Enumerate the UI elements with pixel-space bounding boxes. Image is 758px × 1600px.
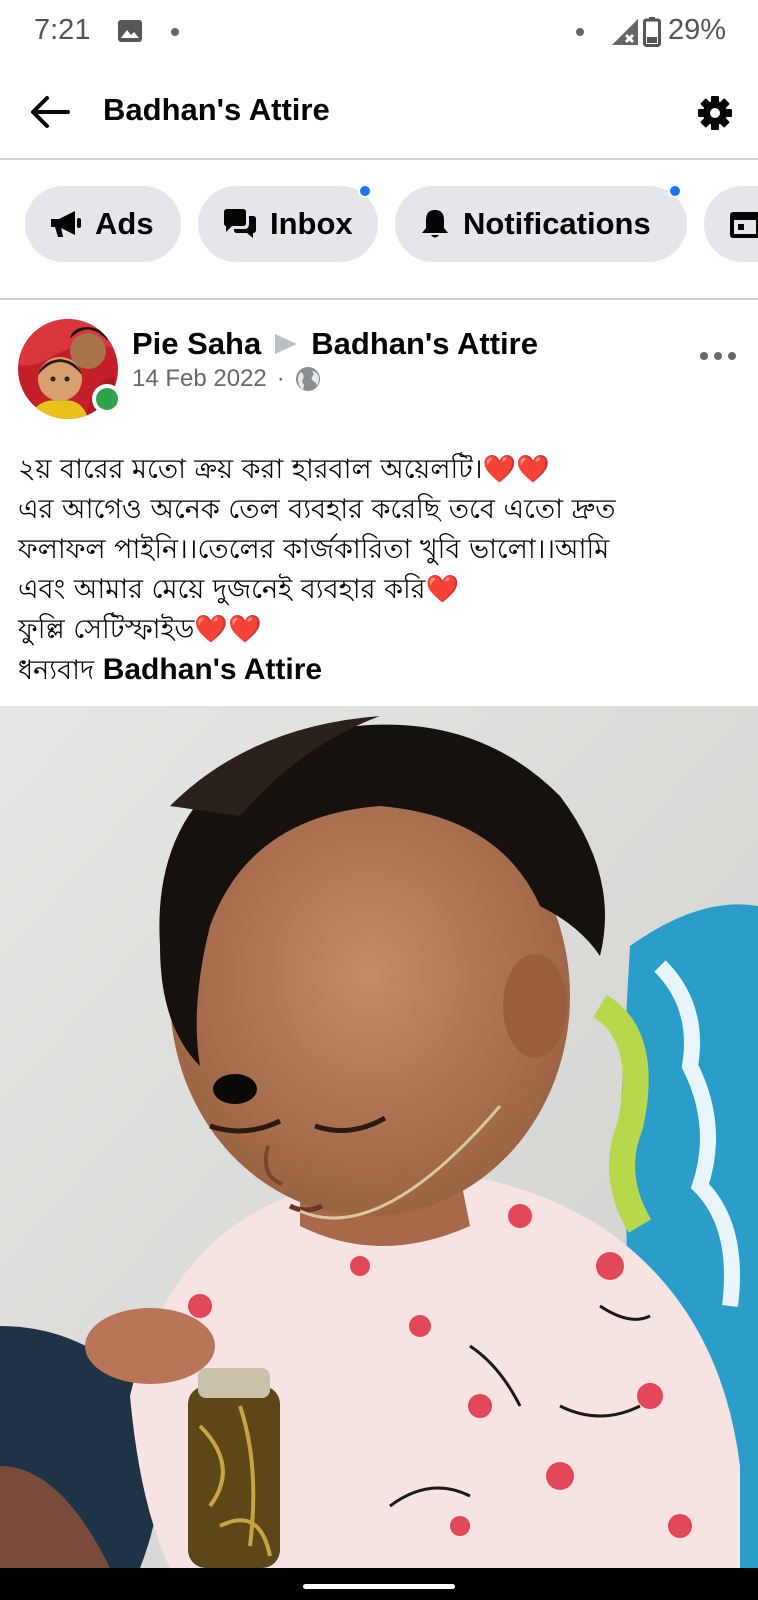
post-body-text: ২য় বারের মতো ক্রয় করা হারবাল অয়েলটি।❤… xyxy=(18,450,740,691)
post-text-line-2: এর আগেও অনেক তেল ব্যবহার করেছি তবে এতো দ… xyxy=(18,494,616,525)
tagged-page-link[interactable]: Badhan's Attire xyxy=(103,653,322,686)
globe-icon xyxy=(295,367,320,391)
chip-label-notifications: Notifications xyxy=(463,206,651,241)
megaphone-icon xyxy=(51,211,81,237)
post-author-name[interactable]: Pie Saha xyxy=(132,326,261,362)
notification-dot-icon xyxy=(171,28,179,36)
battery-percent: 29% xyxy=(668,14,727,46)
post-text-line-5: ফুল্লি সেটিস্ফাইড❤️❤️ xyxy=(18,614,262,645)
battery-icon xyxy=(643,17,661,47)
chip-ads[interactable]: Ads xyxy=(25,186,181,262)
page-title: Badhan's Attire xyxy=(103,92,330,127)
gear-icon[interactable] xyxy=(697,95,733,131)
calendar-icon xyxy=(730,212,758,238)
status-dot-icon xyxy=(576,28,584,36)
shortcut-chips: Ads Inbox Notifications xyxy=(0,160,758,300)
inbox-unread-dot xyxy=(358,184,372,198)
chip-more[interactable] xyxy=(704,186,758,262)
post-author-line: Pie Saha Badhan's Attire xyxy=(132,326,538,362)
back-arrow-icon[interactable] xyxy=(28,90,72,134)
signal-icon xyxy=(612,19,638,45)
heart-emoji: ❤️ xyxy=(425,574,460,605)
chip-inbox[interactable]: Inbox xyxy=(198,186,378,262)
chat-bubbles-icon xyxy=(224,209,256,238)
more-options-icon[interactable] xyxy=(699,351,737,361)
chip-label-inbox: Inbox xyxy=(270,206,353,241)
heart-emoji: ❤️❤️ xyxy=(482,454,550,485)
status-bar: 7:21 29% xyxy=(0,0,758,64)
post-meta: 14 Feb 2022 · xyxy=(132,365,321,393)
post-photo[interactable] xyxy=(0,706,758,1568)
status-time: 7:21 xyxy=(34,14,91,46)
post-header: Pie Saha Badhan's Attire 14 Feb 2022 · xyxy=(0,302,758,422)
image-notification-icon xyxy=(118,20,142,42)
meta-separator: · xyxy=(276,365,285,392)
bell-icon xyxy=(422,210,448,238)
post-text-line-3: ফলাফল পাইনি।।তেলের কার্জকারিতা খুবি ভালো… xyxy=(18,534,610,565)
post-text-line-6: ধন্যবাদ Badhan's Attire xyxy=(18,653,323,686)
online-status-dot xyxy=(92,384,122,414)
post-date[interactable]: 14 Feb 2022 xyxy=(132,365,267,393)
triangle-right-icon xyxy=(275,334,298,354)
post-text-line-4: এবং আমার মেয়ে দুজনেই ব্যবহার করি❤️ xyxy=(18,574,460,605)
post-page-name[interactable]: Badhan's Attire xyxy=(311,326,538,362)
system-nav-bar xyxy=(0,1568,758,1600)
chip-label-ads: Ads xyxy=(95,206,154,241)
heart-emoji: ❤️❤️ xyxy=(194,614,262,645)
chip-notifications[interactable]: Notifications xyxy=(395,186,687,262)
home-gesture-handle[interactable] xyxy=(303,1584,455,1589)
post-text-line-1: ২য় বারের মতো ক্রয় করা হারবাল অয়েলটি।❤… xyxy=(18,454,550,485)
notifications-unread-dot xyxy=(668,184,682,198)
top-app-bar: Badhan's Attire xyxy=(0,64,758,160)
